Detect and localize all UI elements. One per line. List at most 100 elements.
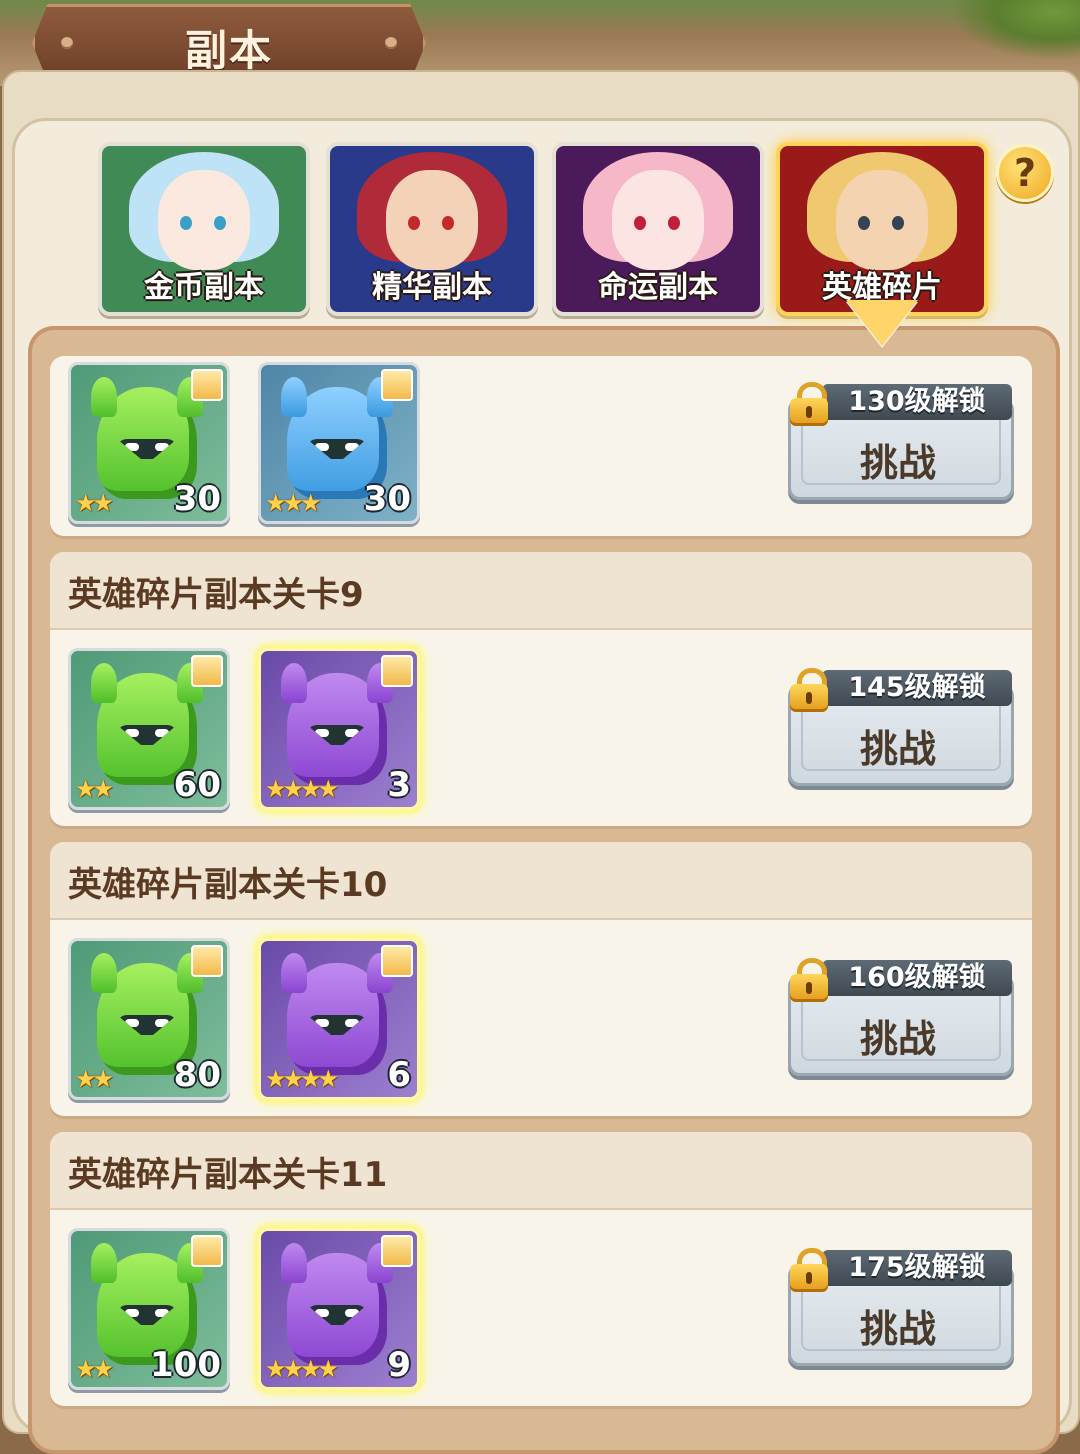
puzzle-piece-icon [381,945,413,977]
portrait-face [836,170,928,270]
star-rating: ★★ [75,1355,114,1383]
challenge-button-label: 挑战 [859,441,936,485]
reward-fragment-item[interactable]: ★★ 60 [68,648,230,810]
helmet-horn [281,663,307,703]
star-rating: ★★ [75,489,114,517]
helmet-horn [91,953,117,993]
helmet-visor [117,1015,177,1035]
portrait-eye [858,216,870,230]
reward-fragment-item[interactable]: ★★★★ 3 [258,648,420,810]
puzzle-piece-icon [191,369,223,401]
stage-header: 英雄碎片副本关卡11 [50,1132,1032,1210]
lock-keyhole [806,692,812,704]
stage-card: 英雄碎片副本关卡9 ★★ 60 ★★★★ 3 145级解锁挑战 [50,552,1032,826]
puzzle-piece-icon [381,1235,413,1267]
unlock-level-banner: 160级解锁 [822,960,1012,996]
challenge-button[interactable]: 130级解锁挑战 [788,380,1014,500]
reward-count: 100 [150,1345,221,1385]
portrait-face [158,170,250,270]
stage-card: ★★ 30 ★★★ 30 130级解锁挑战 [50,356,1032,536]
challenge-button[interactable]: 145级解锁挑战 [788,666,1014,786]
challenge-button-label: 挑战 [859,727,936,771]
puzzle-piece-icon [381,369,413,401]
portrait-eye [668,216,680,230]
reward-count: 9 [387,1345,411,1385]
challenge-button-label: 挑战 [859,1017,936,1061]
challenge-button-label: 挑战 [859,1307,936,1351]
stage-header: 英雄碎片副本关卡9 [50,552,1032,630]
stage-card: 英雄碎片副本关卡11 ★★ 100 ★★★★ 9 175级解锁挑战 [50,1132,1032,1406]
helmet-horn [91,377,117,417]
reward-count: 60 [173,765,221,805]
portrait-eye [634,216,646,230]
helmet-visor [117,725,177,745]
lock-icon [790,1248,828,1292]
reward-fragment-item[interactable]: ★★ 80 [68,938,230,1100]
lock-icon [790,382,828,426]
helmet-fragment-icon [281,953,393,1075]
star-rating: ★★ [75,1065,114,1093]
unlock-level-banner: 175级解锁 [822,1250,1012,1286]
reward-fragment-item[interactable]: ★★ 30 [68,362,230,524]
helmet-fragment-icon [281,663,393,785]
star-rating: ★★★ [265,489,322,517]
challenge-button[interactable]: 175级解锁挑战 [788,1246,1014,1366]
stage-card: 英雄碎片副本关卡10 ★★ 80 ★★★★ 6 160级解锁 挑战 [50,842,1032,1116]
helmet-horn [91,1243,117,1283]
tab-essence-dungeon[interactable]: 精华副本 [326,142,538,316]
puzzle-piece-icon [191,945,223,977]
helmet-horn [281,1243,307,1283]
reward-count: 3 [387,765,411,805]
lock-keyhole [806,1272,812,1284]
reward-count: 30 [363,479,411,519]
reward-fragment-item[interactable]: ★★ 100 [68,1228,230,1390]
helmet-visor [307,439,367,459]
star-rating: ★★★★ [265,1355,339,1383]
helmet-visor [307,1305,367,1325]
helmet-fragment-icon [281,1243,393,1365]
star-rating: ★★★★ [265,775,339,803]
star-rating: ★★★★ [265,1065,339,1093]
reward-count: 6 [387,1055,411,1095]
reward-fragment-item[interactable]: ★★★★ 6 [258,938,420,1100]
puzzle-piece-icon [381,655,413,687]
reward-fragment-item[interactable]: ★★★★ 9 [258,1228,420,1390]
puzzle-piece-icon [191,655,223,687]
challenge-button[interactable]: 160级解锁挑战 [788,956,1014,1076]
portrait-eye [180,216,192,230]
portrait-eye [408,216,420,230]
helmet-visor [117,1305,177,1325]
active-tab-pointer [846,300,918,346]
helmet-horn [281,377,307,417]
lock-icon [790,958,828,1002]
stage-title: 英雄碎片副本关卡9 [68,575,364,615]
stage-title: 英雄碎片副本关卡11 [68,1155,388,1195]
star-rating: ★★ [75,775,114,803]
helmet-visor [307,725,367,745]
helmet-horn [91,663,117,703]
tab-label: 金币副本 [144,270,264,305]
portrait-face [386,170,478,270]
unlock-level-banner: 145级解锁 [822,670,1012,706]
lock-keyhole [806,982,812,994]
reward-fragment-item[interactable]: ★★★ 30 [258,362,420,524]
lock-icon [790,668,828,712]
tab-fate-dungeon[interactable]: 命运副本 [552,142,764,316]
portrait-eye [214,216,226,230]
leaf-decoration [950,0,1080,60]
portrait-face [612,170,704,270]
tab-label: 命运副本 [598,270,718,305]
unlock-level-banner: 130级解锁 [822,384,1012,420]
helmet-visor [117,439,177,459]
tab-gold-dungeon[interactable]: 金币副本 [98,142,310,316]
tab-label: 精华副本 [372,270,492,305]
reward-count: 80 [173,1055,221,1095]
reward-count: 30 [173,479,221,519]
help-button[interactable]: ? [996,144,1054,202]
helmet-horn [281,953,307,993]
puzzle-piece-icon [191,1235,223,1267]
helmet-visor [307,1015,367,1035]
lock-keyhole [806,406,812,418]
tab-hero-fragments[interactable]: 英雄碎片 [776,142,988,316]
portrait-eye [892,216,904,230]
